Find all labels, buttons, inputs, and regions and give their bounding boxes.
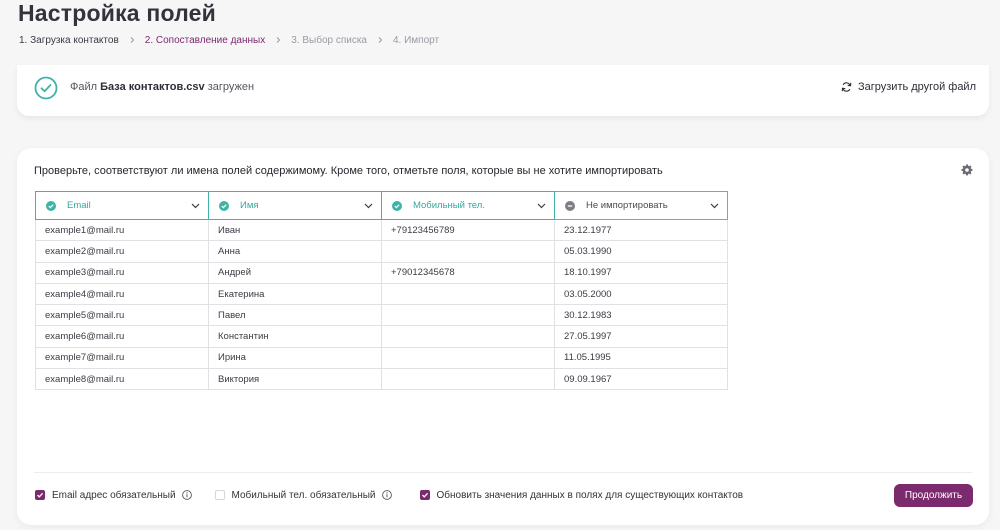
chevron-right-icon (376, 36, 384, 44)
breadcrumb: 1. Загрузка контактов 2. Сопоставление д… (19, 33, 439, 47)
table-cell: example1@mail.ru (35, 218, 209, 242)
table-cell: Ирина (208, 346, 382, 370)
field-mapping-table: Email Имя Мобильный тел. Не импортироват… (35, 191, 728, 391)
table-cell: Павел (208, 304, 382, 327)
table-row: example2@mail.ru Анна 05.03.1990 (35, 240, 728, 263)
table-cell: example7@mail.ru (35, 346, 209, 370)
phone-required-option[interactable]: Мобильный тел. обязательный (214, 489, 392, 501)
check-circle-icon (46, 200, 56, 211)
table-cell: Екатерина (208, 282, 382, 306)
table-cell: +79123456789 (381, 218, 555, 242)
email-required-label: Email адрес обязательный (52, 489, 176, 501)
table-cell (381, 304, 555, 327)
file-status-card: Файл База контактов.csv загружен Загрузи… (17, 65, 989, 116)
table-cell (381, 368, 555, 391)
table-cell: +79012345678 (381, 261, 555, 284)
column-mapping-label: Email (67, 200, 91, 211)
file-status-prefix: Файл (70, 81, 98, 93)
file-name: База контактов.csv (100, 81, 205, 93)
gear-icon[interactable] (961, 164, 973, 176)
email-required-checkbox[interactable] (35, 490, 45, 500)
table-cell: Андрей (208, 261, 382, 284)
update-existing-checkbox[interactable] (419, 490, 430, 500)
table-cell: 11.05.1995 (554, 346, 728, 370)
table-row: example1@mail.ru Иван +79123456789 23.12… (35, 218, 728, 242)
table-cell: example2@mail.ru (35, 240, 209, 263)
check-circle-icon (219, 200, 229, 211)
table-cell (381, 282, 555, 306)
info-icon[interactable] (181, 490, 192, 500)
table-cell: example8@mail.ru (35, 368, 209, 391)
page-title: Настройка полей (18, 0, 216, 26)
mapping-instruction: Проверьте, соответствуют ли имена полей … (34, 165, 663, 177)
column-mapping-select[interactable]: Email (37, 193, 208, 219)
table-cell (381, 240, 555, 263)
table-cell: Виктория (208, 368, 382, 391)
file-status-suffix: загружен (207, 81, 255, 93)
table-row: example6@mail.ru Константин 27.05.1997 (35, 325, 728, 348)
footer-divider (34, 472, 972, 473)
table-cell: example3@mail.ru (35, 261, 209, 284)
table-cell: example5@mail.ru (35, 304, 209, 327)
breadcrumb-step-3: 3. Выбор списка (291, 34, 367, 46)
table-cell: 09.09.1967 (554, 368, 728, 391)
table-cell: Иван (208, 218, 382, 242)
info-icon[interactable] (381, 490, 392, 500)
column-mapping-label: Мобильный тел. (413, 200, 485, 211)
table-cell: example6@mail.ru (35, 325, 209, 348)
email-required-option[interactable]: Email адрес обязательный (35, 490, 192, 501)
table-cell: Анна (208, 240, 382, 263)
check-icon (37, 492, 44, 498)
update-existing-option[interactable]: Обновить значения данных в полях для сущ… (419, 489, 744, 501)
column-mapping-name[interactable]: Имя (208, 191, 382, 220)
table-cell: Константин (208, 325, 382, 348)
chevron-down-icon (537, 203, 546, 208)
check-circle-icon (392, 200, 402, 211)
table-cell: 23.12.1977 (554, 218, 728, 242)
upload-another-file-label: Загрузить другой файл (857, 81, 976, 93)
column-mapping-phone[interactable]: Мобильный тел. (381, 191, 555, 220)
table-cell: 05.03.1990 (554, 240, 728, 263)
phone-required-label: Мобильный тел. обязательный (231, 489, 376, 501)
chevron-down-icon (364, 203, 373, 208)
chevron-right-icon (274, 36, 282, 44)
field-mapping-card: Проверьте, соответствуют ли имена полей … (17, 148, 989, 525)
table-cell: 27.05.1997 (554, 325, 728, 348)
breadcrumb-step-4: 4. Импорт (393, 34, 440, 46)
column-mapping-select[interactable]: Мобильный тел. (383, 193, 554, 219)
update-existing-label: Обновить значения данных в полях для сущ… (436, 489, 744, 501)
column-mapping-select[interactable]: Имя (210, 193, 381, 219)
refresh-icon (841, 82, 852, 92)
breadcrumb-step-1[interactable]: 1. Загрузка контактов (19, 35, 119, 46)
minus-circle-icon (565, 200, 575, 211)
continue-button[interactable]: Продолжить (894, 484, 973, 507)
chevron-down-icon (191, 203, 200, 208)
table-row: example7@mail.ru Ирина 11.05.1995 (35, 346, 728, 370)
table-row: example8@mail.ru Виктория 09.09.1967 (35, 368, 728, 391)
table-cell (381, 325, 555, 348)
table-cell: 03.05.2000 (554, 282, 728, 306)
upload-another-file-button[interactable]: Загрузить другой файл (841, 79, 976, 95)
table-cell (381, 346, 555, 370)
table-row: example5@mail.ru Павел 30.12.1983 (35, 304, 728, 327)
column-mapping-label: Имя (240, 200, 259, 211)
table-cell: 30.12.1983 (554, 304, 728, 327)
table-row: example3@mail.ru Андрей +79012345678 18.… (35, 261, 728, 284)
table-row: example4@mail.ru Екатерина 03.05.2000 (35, 282, 728, 306)
import-options: Email адрес обязательный Мобильный тел. … (35, 488, 743, 502)
column-mapping-select[interactable]: Не импортировать (556, 193, 727, 219)
table-cell: example4@mail.ru (35, 282, 209, 306)
column-mapping-email[interactable]: Email (35, 191, 209, 220)
chevron-right-icon (128, 36, 136, 44)
file-status-text: Файл База контактов.csv загружен (70, 81, 254, 93)
check-circle-icon (34, 76, 58, 100)
mapping-header-row: Email Имя Мобильный тел. Не импортироват… (35, 191, 728, 220)
column-mapping-label: Не импортировать (586, 200, 668, 211)
breadcrumb-step-2: 2. Сопоставление данных (144, 34, 266, 46)
phone-required-checkbox[interactable] (214, 490, 225, 500)
chevron-down-icon (710, 203, 719, 208)
column-mapping-ignored[interactable]: Не импортировать (554, 191, 728, 220)
check-icon (421, 492, 428, 498)
table-cell: 18.10.1997 (554, 261, 728, 284)
